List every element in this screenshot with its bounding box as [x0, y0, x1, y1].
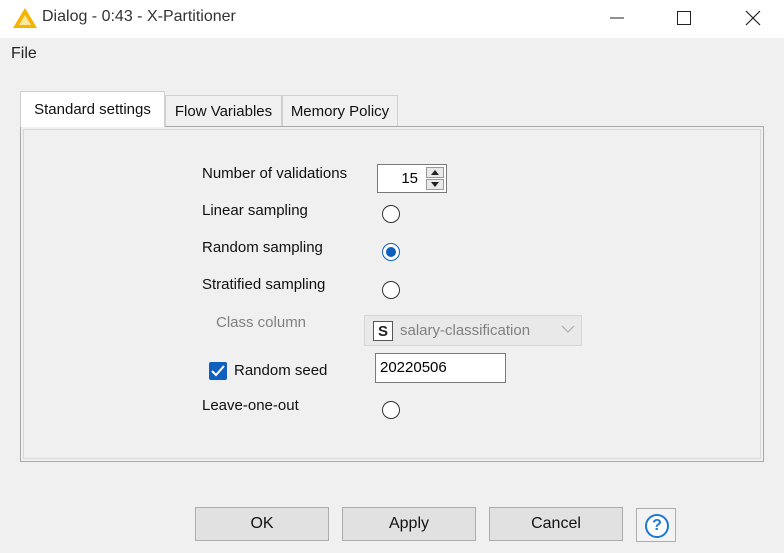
spinner-buttons — [426, 167, 444, 190]
stratified-sampling-label: Stratified sampling — [202, 276, 326, 293]
stratified-sampling-radio[interactable] — [382, 281, 400, 299]
checkmark-icon — [211, 365, 225, 377]
help-icon: ? — [645, 514, 669, 538]
triangle-up-icon — [431, 170, 439, 175]
string-type-icon: S — [373, 321, 393, 341]
menu-file[interactable]: File — [11, 45, 37, 63]
spinner-up-button[interactable] — [426, 167, 444, 178]
class-column-value: salary-classification — [400, 322, 531, 339]
title-bar: Dialog - 0:43 - X-Partitioner — [0, 0, 784, 38]
num-validations-spinner[interactable]: 15 — [377, 164, 447, 193]
tab-flow-variables[interactable]: Flow Variables — [165, 95, 282, 126]
leave-one-out-radio[interactable] — [382, 401, 400, 419]
window-title: Dialog - 0:43 - X-Partitioner — [42, 8, 236, 25]
knime-warning-icon — [13, 8, 37, 28]
apply-button[interactable]: Apply — [342, 507, 476, 541]
close-icon — [745, 10, 761, 26]
tab-standard-settings[interactable]: Standard settings — [20, 91, 165, 127]
random-sampling-label: Random sampling — [202, 239, 323, 256]
random-seed-value: 20220506 — [380, 359, 447, 376]
cancel-button[interactable]: Cancel — [489, 507, 623, 541]
menu-bar: File — [0, 38, 784, 70]
leave-one-out-label: Leave-one-out — [202, 397, 299, 414]
ok-button[interactable]: OK — [195, 507, 329, 541]
maximize-icon — [677, 11, 691, 25]
maximize-button[interactable] — [661, 0, 707, 36]
spinner-down-button[interactable] — [426, 179, 444, 190]
linear-sampling-radio[interactable] — [382, 205, 400, 223]
triangle-down-icon — [431, 182, 439, 187]
minimize-button[interactable] — [594, 0, 640, 36]
class-column-dropdown[interactable]: S salary-classification — [364, 315, 582, 346]
close-button[interactable] — [730, 0, 776, 36]
help-button[interactable]: ? — [636, 508, 676, 542]
tab-memory-policy[interactable]: Memory Policy — [282, 95, 398, 126]
random-seed-label: Random seed — [234, 362, 328, 379]
settings-panel: Number of validations 15 Linear sampling… — [20, 126, 764, 462]
random-sampling-radio[interactable] — [382, 243, 400, 261]
linear-sampling-label: Linear sampling — [202, 202, 308, 219]
random-seed-input[interactable]: 20220506 — [375, 353, 506, 383]
minimize-icon — [610, 17, 624, 19]
num-validations-value: 15 — [401, 170, 418, 187]
random-seed-checkbox[interactable] — [209, 362, 227, 380]
num-validations-label: Number of validations — [202, 165, 348, 182]
chevron-down-icon — [561, 325, 575, 333]
class-column-label: Class column — [216, 314, 307, 331]
